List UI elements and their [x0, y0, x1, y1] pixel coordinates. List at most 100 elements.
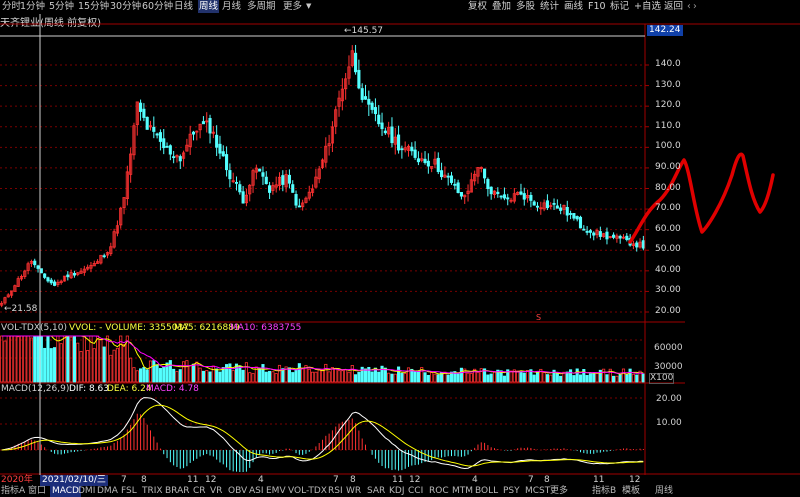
indicator-tab[interactable]: MTM	[452, 486, 473, 497]
indicator-tab[interactable]: KDJ	[389, 486, 405, 497]
volume-bar	[178, 369, 182, 383]
candle-body	[489, 186, 493, 195]
candle-body	[373, 107, 377, 115]
indicator-tab[interactable]: MACD	[50, 486, 81, 497]
candle-body	[612, 234, 616, 238]
candle-body	[208, 118, 212, 134]
candle-body	[215, 134, 219, 148]
indicator-tab[interactable]: TRIX	[142, 486, 163, 497]
candle-body	[545, 200, 549, 209]
candle-body	[588, 230, 592, 233]
indicator-tab[interactable]: MCST	[525, 486, 550, 497]
candle-body	[165, 145, 169, 148]
indicator-tab[interactable]: CCI	[408, 486, 423, 497]
candle-body	[225, 154, 229, 171]
indicator-tab[interactable]: PSY	[503, 486, 520, 497]
volume-bar	[625, 374, 629, 383]
indicator-tab[interactable]: 模板	[622, 486, 640, 497]
low-price-label: ←21.58	[4, 304, 38, 314]
volume-indicator-name[interactable]: VOL-TDX(5,10)	[1, 323, 67, 334]
indicator-tab[interactable]: ASI	[249, 486, 264, 497]
volume-bar	[59, 343, 63, 383]
candle-body	[43, 273, 47, 278]
indicator-tab[interactable]: 窗口	[28, 486, 46, 497]
candle-body	[287, 174, 291, 184]
candle-body	[261, 172, 265, 177]
indicator-tab[interactable]: SAR	[367, 486, 385, 497]
indicator-tab[interactable]: 指标A	[1, 486, 25, 497]
volume-bar	[29, 337, 33, 383]
volume-bar	[43, 347, 47, 383]
volume-bar	[66, 335, 70, 383]
indicator-tab[interactable]: BOLL	[475, 486, 498, 497]
volume-bar	[489, 373, 493, 383]
volume-bar	[271, 371, 275, 383]
macd-lines	[1, 397, 644, 470]
candle-body	[423, 158, 427, 163]
indicator-tab[interactable]: VOL-TDX	[288, 486, 327, 497]
indicator-tab[interactable]: OBV	[228, 486, 247, 497]
indicator-tab[interactable]: BRAR	[165, 486, 189, 497]
volume-bar	[155, 364, 159, 383]
volume-bar	[532, 374, 536, 383]
volume-bar	[618, 374, 622, 383]
volume-bar	[456, 372, 460, 383]
volume-bar	[86, 350, 90, 383]
volume-bar	[433, 373, 437, 383]
indicator-tab[interactable]: ROC	[429, 486, 449, 497]
volume-bar	[337, 370, 341, 383]
volume-bar	[502, 375, 506, 383]
volume-bar	[426, 374, 430, 383]
date-axis: 2020年 2021/02/10/三 7 8 11 12 4 7 8 11 12 4 7 8 11 12	[0, 475, 645, 486]
candle-body	[605, 231, 609, 240]
volume-bar	[241, 369, 245, 383]
volume-bar	[628, 368, 632, 383]
volume-bar	[555, 372, 559, 383]
volume-bar	[53, 347, 57, 383]
candle-body	[552, 202, 556, 205]
indicator-tab[interactable]: 指标B	[592, 486, 616, 497]
candle-body	[155, 133, 159, 136]
candle-body	[363, 96, 368, 100]
candle-body	[585, 230, 589, 233]
indicator-tab[interactable]: VR	[210, 486, 222, 497]
volume-bar	[105, 335, 110, 383]
candle-body	[241, 191, 245, 204]
volume-bar	[23, 335, 27, 383]
price-tick-label: 40.00	[655, 264, 681, 275]
indicator-tab[interactable]: EMV	[266, 486, 286, 497]
candle-body	[33, 260, 37, 266]
indicator-tab[interactable]: 更多	[550, 486, 568, 497]
candle-body	[413, 149, 417, 158]
volume-bar	[19, 335, 24, 383]
volume-bar	[516, 370, 520, 383]
volume-bar	[605, 374, 609, 383]
volume-bar	[6, 335, 10, 383]
indicator-tab[interactable]: DMI	[78, 486, 95, 497]
price-tick-label: 60.00	[655, 223, 681, 234]
indicator-tab[interactable]: 周线	[655, 486, 673, 497]
volume-bar	[168, 360, 172, 383]
indicator-tab[interactable]: RSI	[328, 486, 343, 497]
volume-bar	[317, 369, 321, 383]
volume-ma5-line	[1, 335, 644, 375]
indicator-tab[interactable]: WR	[346, 486, 361, 497]
indicator-tab[interactable]: DMA	[97, 486, 118, 497]
candle-body	[102, 255, 106, 258]
volume-bar	[413, 370, 417, 383]
candle-body	[535, 205, 540, 208]
macd-indicator-name[interactable]: MACD(12,26,9)	[1, 384, 69, 395]
candle-body	[572, 213, 576, 219]
candle-body	[532, 201, 536, 206]
volume-bar	[39, 335, 43, 383]
candle-body	[380, 122, 384, 130]
volume-bar	[191, 363, 196, 383]
volume-bar	[535, 372, 540, 383]
volume-bar	[3, 340, 7, 383]
volume-bar	[621, 368, 626, 383]
indicator-tab[interactable]: CR	[193, 486, 206, 497]
volume-bar	[469, 373, 473, 383]
month-tick-label: 8	[141, 475, 147, 485]
candle-body	[145, 116, 149, 130]
indicator-tab[interactable]: FSL	[121, 486, 137, 497]
